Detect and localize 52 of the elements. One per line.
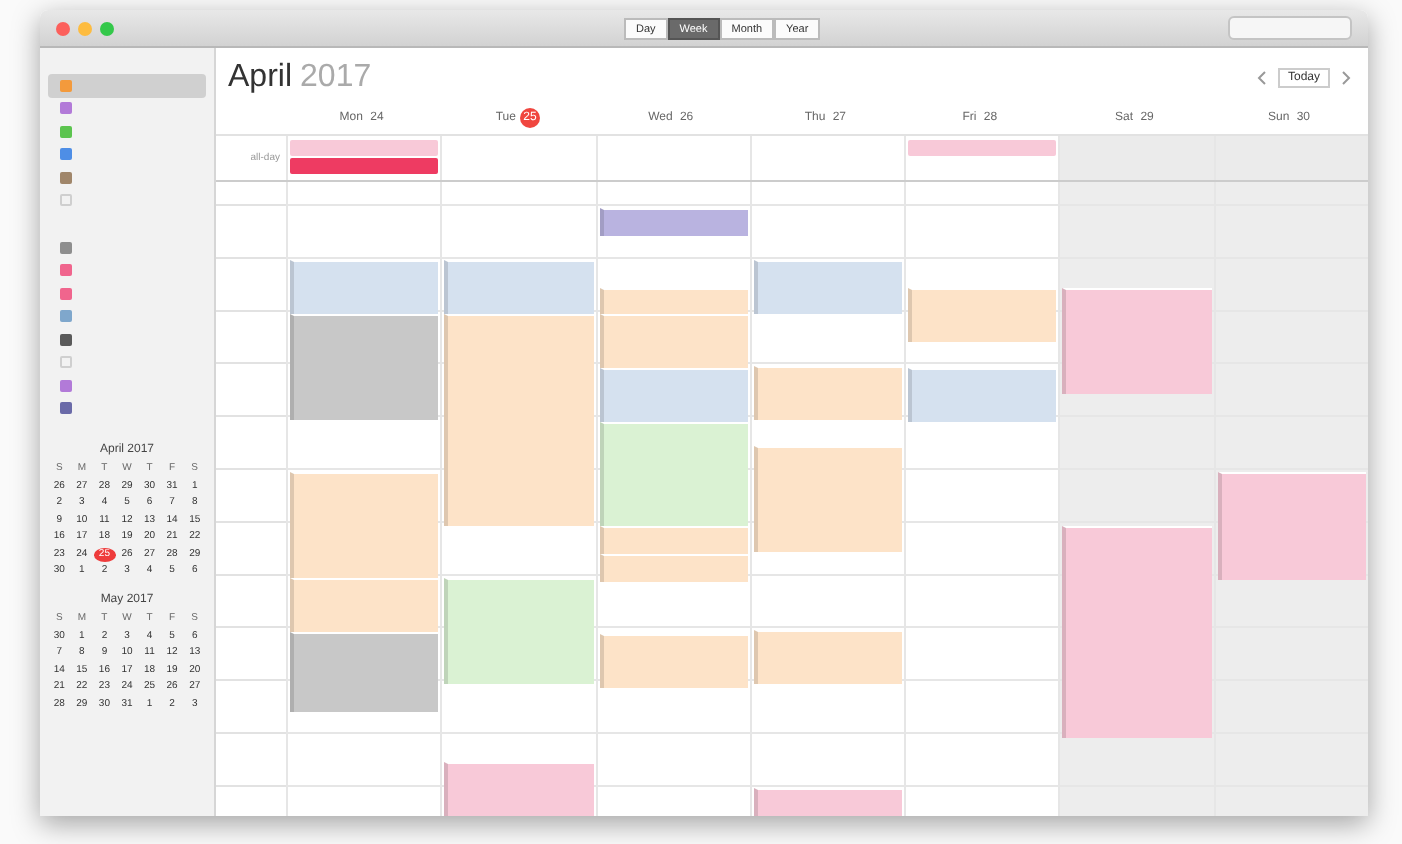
calendar-event[interactable]	[753, 366, 903, 420]
calendar-event[interactable]	[599, 526, 748, 555]
calendar-event[interactable]	[599, 633, 748, 688]
calendar-checkbox[interactable]	[60, 310, 72, 323]
zoom-button[interactable]	[100, 21, 114, 35]
calendar-event[interactable]	[599, 287, 748, 315]
calendar-event[interactable]	[599, 207, 748, 236]
calendar-checkbox[interactable]	[60, 356, 72, 369]
calendar-checkbox[interactable]	[60, 333, 72, 346]
calendar-event[interactable]	[599, 368, 748, 422]
calendar-checkbox[interactable]	[60, 102, 72, 115]
all-day-event[interactable]	[908, 140, 1057, 156]
calendar-checkbox[interactable]	[60, 171, 72, 184]
calendar-event[interactable]	[444, 577, 594, 684]
calendar-event[interactable]	[290, 472, 439, 578]
calendar-event[interactable]	[753, 446, 903, 552]
calendar-checkbox[interactable]	[60, 148, 72, 161]
minimize-button[interactable]	[78, 21, 92, 35]
year-title: 2017	[300, 60, 372, 96]
calendar-event[interactable]	[753, 630, 903, 684]
calendar-event[interactable]	[908, 287, 1057, 342]
calendar-event[interactable]	[444, 260, 594, 315]
calendar-checkbox[interactable]	[60, 79, 72, 92]
calendar-event[interactable]	[753, 260, 903, 314]
all-day-event[interactable]	[290, 140, 439, 156]
previous-icon[interactable]	[1255, 70, 1268, 86]
calendar-event[interactable]	[444, 761, 594, 816]
calendar-event[interactable]	[1062, 287, 1212, 394]
next-icon[interactable]	[1340, 70, 1352, 86]
calendar-checkbox[interactable]	[60, 264, 72, 277]
calendar-checkbox[interactable]	[60, 402, 72, 415]
calendar-event[interactable]	[599, 421, 748, 527]
month-title: April	[228, 60, 293, 96]
calendar-checkbox[interactable]	[60, 194, 72, 207]
calendar-event[interactable]	[290, 314, 439, 420]
calendar-event[interactable]	[290, 260, 439, 314]
calendar-event[interactable]	[290, 632, 439, 712]
calendar-event[interactable]	[444, 314, 594, 526]
calendar-event[interactable]	[1217, 471, 1366, 580]
calendar-event[interactable]	[1062, 525, 1212, 738]
search-field[interactable]	[1228, 16, 1352, 40]
calendar-event[interactable]	[908, 367, 1057, 423]
close-button[interactable]	[56, 21, 70, 35]
calendar-event[interactable]	[599, 314, 748, 369]
calendar-event[interactable]	[599, 554, 748, 583]
calendar-checkbox[interactable]	[60, 379, 72, 392]
calendar-event[interactable]	[753, 788, 903, 816]
calendar-event[interactable]	[290, 578, 439, 632]
all-day-event[interactable]	[290, 158, 439, 174]
calendar-checkbox[interactable]	[60, 125, 72, 138]
calendar-checkbox[interactable]	[60, 241, 72, 254]
calendar-checkbox[interactable]	[60, 287, 72, 300]
